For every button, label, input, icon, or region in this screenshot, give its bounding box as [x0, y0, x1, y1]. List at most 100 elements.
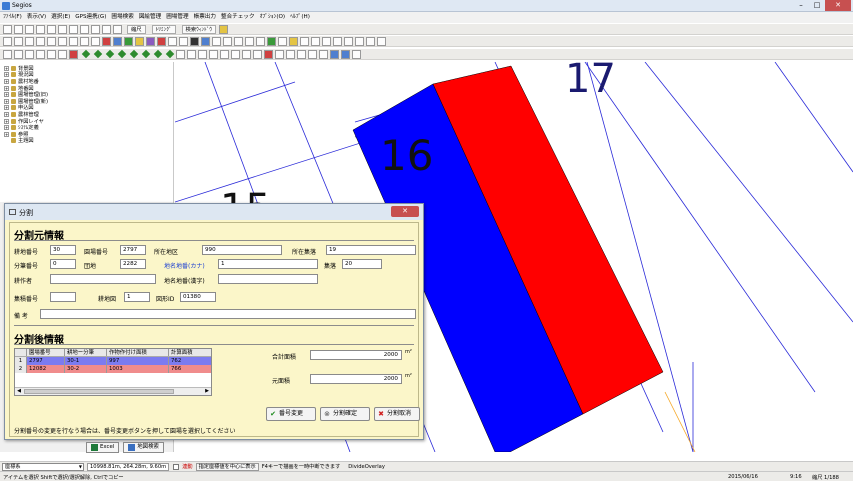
save-icon[interactable]: [25, 24, 34, 34]
window4-icon[interactable]: [333, 36, 342, 46]
snap16-icon[interactable]: [341, 49, 350, 59]
expand-icon[interactable]: +: [4, 105, 9, 111]
window3-icon[interactable]: [322, 36, 331, 46]
snap14-icon[interactable]: [319, 49, 328, 59]
diamond-tool-icon[interactable]: [81, 49, 91, 59]
maximize-icon[interactable]: □: [809, 0, 825, 11]
table-row[interactable]: 1 2797 30-1 997 762: [15, 357, 211, 365]
chimei-kanji-field[interactable]: [218, 274, 318, 284]
expand-icon[interactable]: +: [4, 118, 9, 124]
trimming-button[interactable]: ﾄﾘﾐﾝｸﾞ: [151, 24, 176, 34]
window1-icon[interactable]: [300, 36, 309, 46]
snap2-icon[interactable]: [187, 49, 196, 59]
bikou-field[interactable]: [40, 309, 416, 319]
table-icon[interactable]: [168, 36, 177, 46]
expand-icon[interactable]: +: [4, 78, 9, 84]
diamond-tool-2-icon[interactable]: [93, 49, 103, 59]
diamond-tool-6-icon[interactable]: [141, 49, 151, 59]
paste-icon[interactable]: [91, 36, 100, 46]
list-icon[interactable]: [245, 36, 254, 46]
flag-icon[interactable]: [267, 36, 276, 46]
snap1-icon[interactable]: [176, 49, 185, 59]
kouchi-bango-field[interactable]: 30: [50, 245, 76, 255]
bookmark-icon[interactable]: [190, 36, 199, 46]
window5-icon[interactable]: [344, 36, 353, 46]
expand-icon[interactable]: +: [4, 72, 9, 78]
image-icon[interactable]: [212, 36, 221, 46]
snap12-icon[interactable]: [297, 49, 306, 59]
scroll-thumb[interactable]: [24, 389, 174, 394]
zoom-window-icon[interactable]: [58, 24, 67, 34]
number-change-button[interactable]: ✔ 番号変更: [266, 407, 316, 421]
menu-select[interactable]: 選択(E): [51, 12, 70, 23]
coordinate-system-select[interactable]: 座標系: [2, 462, 84, 471]
menu-view[interactable]: 表示(V): [27, 12, 46, 23]
point-tool-icon[interactable]: [14, 49, 23, 59]
expand-icon[interactable]: +: [4, 111, 9, 117]
snap10-icon[interactable]: [275, 49, 284, 59]
excel-button[interactable]: Excel: [86, 441, 120, 453]
properties-icon[interactable]: [256, 36, 265, 46]
snap3-icon[interactable]: [198, 49, 207, 59]
table-row[interactable]: 2 12082 30-2 1003 766: [15, 365, 211, 373]
expand-icon[interactable]: +: [4, 65, 9, 71]
layer-purple-icon[interactable]: [146, 36, 155, 46]
expand-icon[interactable]: +: [4, 125, 9, 131]
menu-help[interactable]: ﾍﾙﾌﾟ(H): [290, 12, 310, 23]
help-icon[interactable]: [219, 24, 229, 34]
text-tool-icon[interactable]: [3, 49, 12, 59]
circle-tool-icon[interactable]: [47, 49, 56, 59]
zoom-icon[interactable]: [36, 36, 45, 46]
select-icon[interactable]: [3, 36, 12, 46]
copy-icon[interactable]: [102, 24, 111, 34]
shozai-chiku-field[interactable]: 990: [202, 245, 282, 255]
snap17-icon[interactable]: [352, 49, 361, 59]
snap-checkbox[interactable]: [173, 463, 180, 470]
enjou-bango-field[interactable]: 2797: [120, 245, 146, 255]
expand-icon[interactable]: +: [4, 131, 9, 137]
snap15-icon[interactable]: [330, 49, 339, 59]
window2-icon[interactable]: [311, 36, 320, 46]
danchi-field[interactable]: 2282: [120, 259, 146, 269]
shuuei-bango-field[interactable]: [50, 292, 76, 302]
layer-icon[interactable]: [113, 24, 122, 34]
diamond-tool-7-icon[interactable]: [153, 49, 163, 59]
snap11-icon[interactable]: [286, 49, 295, 59]
rotate-icon[interactable]: [47, 36, 56, 46]
snap7-icon[interactable]: [242, 49, 251, 59]
zoom-prev-icon[interactable]: [69, 24, 78, 34]
minimize-icon[interactable]: –: [793, 0, 809, 11]
window6-icon[interactable]: [355, 36, 364, 46]
brush-icon[interactable]: [289, 36, 298, 46]
layer-yellow-icon[interactable]: [135, 36, 144, 46]
pencil-icon[interactable]: [278, 36, 287, 46]
undo-icon[interactable]: [58, 36, 67, 46]
split-cancel-button[interactable]: ✖ 分割取消: [374, 407, 420, 421]
close-window-icon[interactable]: ✕: [825, 0, 851, 11]
snap4-icon[interactable]: [209, 49, 218, 59]
layer-green-icon[interactable]: [124, 36, 133, 46]
refresh-icon[interactable]: [91, 24, 100, 34]
expand-icon[interactable]: +: [4, 98, 9, 104]
redo-icon[interactable]: [69, 36, 78, 46]
export-icon[interactable]: [223, 36, 232, 46]
search-window-button[interactable]: 検索ｳｨﾝﾄﾞｳ: [181, 24, 217, 34]
diamond-tool-3-icon[interactable]: [105, 49, 115, 59]
menu-field-management[interactable]: 圃場管理: [166, 12, 188, 23]
snap5-icon[interactable]: [220, 49, 229, 59]
snap9-icon[interactable]: [264, 49, 273, 59]
menu-file[interactable]: ﾌｧｲﾙ(F): [3, 12, 22, 23]
split-confirm-button[interactable]: ⊗ 分割確定: [320, 407, 370, 421]
plus-tool-icon[interactable]: [69, 49, 78, 59]
scroll-left-icon[interactable]: ◀: [15, 388, 23, 395]
window8-icon[interactable]: [377, 36, 386, 46]
snap6-icon[interactable]: [231, 49, 240, 59]
chimei-kana-field[interactable]: 1: [218, 259, 318, 269]
menu-gps[interactable]: GPS連携(G): [75, 12, 106, 23]
kousakusha-field[interactable]: [50, 274, 156, 284]
shuraku-field[interactable]: 20: [342, 259, 382, 269]
zoom-in-icon[interactable]: [36, 24, 45, 34]
scroll-right-icon[interactable]: ▶: [203, 388, 211, 395]
poly-tool-icon[interactable]: [36, 49, 45, 59]
zukei-id-field[interactable]: 01380: [180, 292, 216, 302]
